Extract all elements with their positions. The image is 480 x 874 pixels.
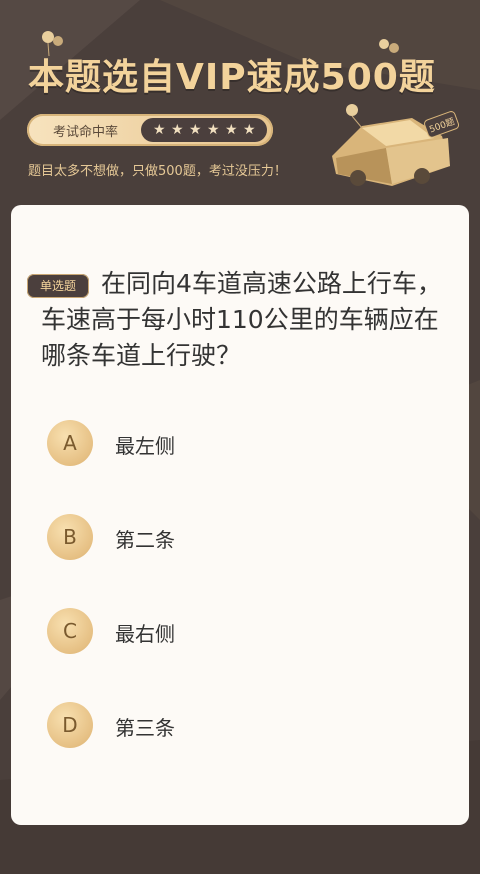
promo-header: 本题选自VIP速成500题 考试命中率 ★ ★ ★ ★ ★ ★ 题目太多不想做，… — [0, 0, 480, 210]
option-a[interactable]: A 最左侧 — [47, 420, 427, 466]
option-d[interactable]: D 第三条 — [47, 702, 427, 748]
option-letter: C — [47, 608, 93, 654]
balloon-icon — [42, 31, 63, 57]
option-letter: B — [47, 514, 93, 560]
star-icon: ★ — [225, 122, 238, 138]
star-icon: ★ — [243, 122, 256, 138]
question-text: 在同向4车道高速公路上行车，车速高于每小时110公里的车辆应在哪条车道上行驶？ — [41, 269, 442, 370]
rating-stars: ★ ★ ★ ★ ★ ★ — [141, 118, 267, 142]
promo-tagline: 题目太多不想做，只做500题，考过没压力！ — [28, 164, 287, 179]
star-icon: ★ — [171, 122, 184, 138]
star-icon: ★ — [153, 122, 166, 138]
option-text: 最右侧 — [115, 622, 175, 646]
star-icon: ★ — [189, 122, 202, 138]
hit-rate-pill: 考试命中率 ★ ★ ★ ★ ★ ★ — [27, 114, 273, 146]
option-letter: D — [47, 702, 93, 748]
car-illustration: 500题 — [332, 104, 460, 186]
balloon-icon — [379, 39, 399, 53]
option-b[interactable]: B 第二条 — [47, 514, 427, 560]
hit-rate-label: 考试命中率 — [53, 125, 119, 140]
option-letter: A — [47, 420, 93, 466]
promo-title: 本题选自VIP速成500题 — [28, 57, 436, 98]
question-card: 单选题 在同向4车道高速公路上行车，车速高于每小时110公里的车辆应在哪条车道上… — [11, 205, 469, 825]
option-text: 第二条 — [115, 528, 175, 552]
star-icon: ★ — [207, 122, 220, 138]
option-c[interactable]: C 最右侧 — [47, 608, 427, 654]
option-text: 第三条 — [115, 716, 175, 740]
option-text: 最左侧 — [115, 434, 175, 458]
